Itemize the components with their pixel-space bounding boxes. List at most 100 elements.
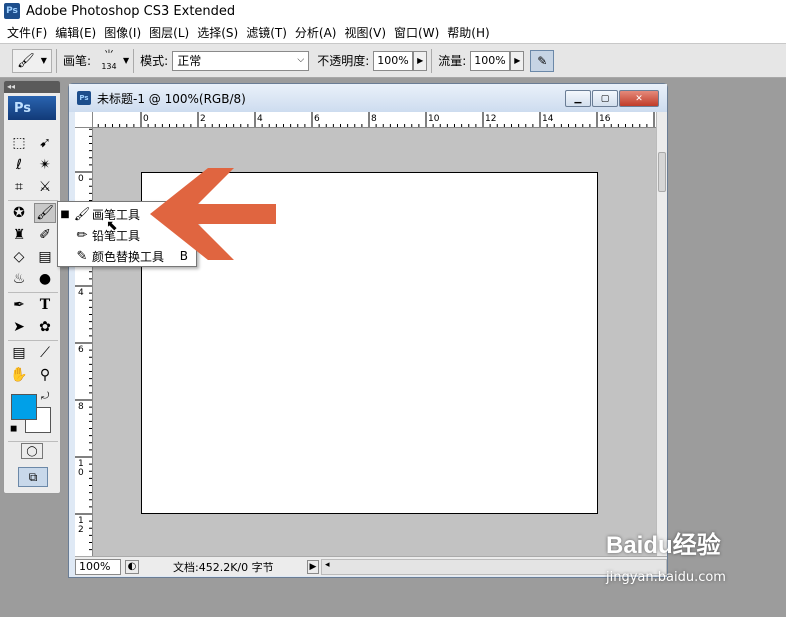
ruler-tick-label: 0 bbox=[143, 114, 149, 124]
chevron-down-icon: ▼ bbox=[40, 56, 47, 65]
ruler-tick-label: 12 bbox=[485, 114, 496, 124]
mouse-cursor-icon: ⬉ bbox=[106, 218, 118, 234]
eraser-tool-icon[interactable]: ◇ bbox=[8, 247, 30, 267]
path-selection-tool-icon[interactable]: ➤ bbox=[8, 317, 30, 337]
divider bbox=[8, 200, 58, 201]
status-info-icon[interactable]: ◐ bbox=[125, 559, 139, 574]
menu-bar: 文件(F) 编辑(E) 图像(I) 图层(L) 选择(S) 滤镜(T) 分析(A… bbox=[0, 22, 786, 43]
watermark-logo: Baidu经验 bbox=[606, 532, 721, 559]
menu-window[interactable]: 窗口(W) bbox=[390, 24, 443, 41]
ruler-vertical: 024681012 bbox=[75, 128, 93, 556]
divider bbox=[133, 48, 135, 73]
lasso-tool-icon[interactable]: ℓ bbox=[8, 155, 30, 175]
history-brush-tool-icon[interactable]: ✐ bbox=[34, 225, 56, 245]
move-tool-icon[interactable]: ➹ bbox=[34, 133, 56, 153]
notes-tool-icon[interactable]: ▤ bbox=[8, 343, 30, 363]
app-titlebar: Ps Adobe Photoshop CS3 Extended bbox=[0, 0, 786, 22]
selected-bullet-icon: ■ bbox=[60, 208, 70, 220]
color-replacement-tool-icon: ✎ bbox=[76, 248, 88, 264]
toolbox: ◂◂ Ps ⬚ ➹ ℓ ✴ ⌗ ⚔ ✪ 🖌 ♜ ✐ ◇ ▤ ♨ ● ✒ T ➤ … bbox=[3, 80, 61, 494]
eyedropper-tool-icon[interactable]: ⟋ bbox=[34, 343, 56, 363]
baidu-watermark: Baidu经验 jingyan.baidu.com bbox=[606, 525, 726, 585]
default-colors-icon[interactable]: ◼ bbox=[10, 424, 17, 434]
app-title: Adobe Photoshop CS3 Extended bbox=[26, 3, 236, 19]
screen-mode-icon[interactable]: ⧉ bbox=[18, 467, 48, 487]
magic-wand-tool-icon[interactable]: ✴ bbox=[34, 155, 56, 175]
ruler-tick-label: 8 bbox=[78, 402, 84, 412]
blur-tool-icon[interactable]: ♨ bbox=[8, 269, 30, 289]
menu-filter[interactable]: 滤镜(T) bbox=[242, 24, 291, 41]
quick-mask-icon[interactable]: ◯ bbox=[21, 443, 43, 459]
divider bbox=[8, 340, 58, 341]
opacity-slider-button[interactable]: ▶ bbox=[413, 50, 428, 71]
pen-tool-icon[interactable]: ✒ bbox=[8, 295, 30, 315]
crop-tool-icon[interactable]: ⌗ bbox=[8, 177, 30, 197]
healing-brush-tool-icon[interactable]: ✪ bbox=[8, 203, 30, 223]
flow-input[interactable]: 100% bbox=[470, 50, 511, 71]
flow-label: 流量: bbox=[438, 54, 467, 68]
ruler-tick-label: 4 bbox=[78, 288, 84, 298]
hand-tool-icon[interactable]: ✋ bbox=[8, 365, 30, 385]
shape-tool-icon[interactable]: ✿ bbox=[34, 317, 56, 337]
ruler-tick-label: 14 bbox=[542, 114, 554, 124]
ruler-tick-label: 4 bbox=[257, 114, 263, 124]
marquee-tool-icon[interactable]: ⬚ bbox=[8, 133, 30, 153]
gradient-tool-icon[interactable]: ▤ bbox=[34, 247, 56, 267]
minimize-button[interactable]: ▁ bbox=[565, 90, 591, 107]
status-menu-arrow-icon[interactable]: ▶ bbox=[307, 559, 319, 574]
brush-tool-icon[interactable]: 🖌 bbox=[34, 203, 56, 223]
type-tool-icon[interactable]: T bbox=[34, 295, 56, 315]
ruler-tick-label: 2 bbox=[78, 525, 84, 535]
ruler-tick-label: 6 bbox=[78, 345, 84, 355]
airbrush-toggle-icon[interactable]: ✎ bbox=[530, 49, 555, 72]
ruler-tick-label: 0 bbox=[78, 468, 84, 478]
annotation-arrow-icon bbox=[150, 168, 276, 260]
document-title: 未标题-1 @ 100%(RGB/8) bbox=[97, 91, 246, 106]
zoom-tool-icon[interactable]: ⚲ bbox=[34, 365, 56, 385]
photoshop-logo-icon: Ps bbox=[4, 3, 20, 19]
tool-preset-picker[interactable]: 🖌 ▼ bbox=[12, 48, 52, 73]
vertical-scrollbar[interactable] bbox=[656, 112, 667, 556]
brush-label: 画笔: bbox=[62, 54, 91, 68]
watermark-url: jingyan.baidu.com bbox=[606, 570, 726, 585]
ruler-tick-label: 6 bbox=[314, 114, 320, 124]
brush-tool-icon: 🖌 bbox=[73, 206, 91, 222]
pencil-tool-icon: ✏ bbox=[76, 227, 88, 243]
zoom-field[interactable]: 100% bbox=[75, 558, 121, 575]
dodge-tool-icon[interactable]: ● bbox=[34, 269, 56, 289]
menu-select[interactable]: 选择(S) bbox=[193, 24, 242, 41]
menu-edit[interactable]: 编辑(E) bbox=[51, 24, 100, 41]
ruler-horizontal: 0 2 4 6 8 10 12 14 16 bbox=[93, 112, 656, 128]
scroll-thumb[interactable] bbox=[658, 152, 666, 192]
slice-tool-icon[interactable]: ⚔ bbox=[34, 177, 56, 197]
menu-analysis[interactable]: 分析(A) bbox=[291, 24, 341, 41]
maximize-button[interactable]: ▢ bbox=[592, 90, 618, 107]
brush-size-value: 134 bbox=[101, 61, 117, 71]
menu-help[interactable]: 帮助(H) bbox=[443, 24, 493, 41]
close-button[interactable]: ✕ bbox=[619, 90, 659, 107]
ruler-horizontal-ticks: 0 2 4 6 8 10 12 14 16 bbox=[97, 112, 655, 127]
opacity-label: 不透明度: bbox=[317, 54, 370, 68]
options-bar: 🖌 ▼ 画笔: ⺌ 134 ▼ 模式: 正常 ⌵ 不透明度: 100% ▶ 流量… bbox=[0, 43, 786, 78]
menu-image[interactable]: 图像(I) bbox=[100, 24, 145, 41]
status-bar: 100% ◐ 文档:452.2K/0 字节 ▶ ◂ bbox=[75, 556, 667, 576]
brush-picker[interactable]: ⺌ 134 ▼ bbox=[97, 50, 129, 72]
opacity-input[interactable]: 100% bbox=[373, 50, 414, 71]
menu-view[interactable]: 视图(V) bbox=[340, 24, 390, 41]
swap-colors-icon[interactable]: ⤾ bbox=[41, 391, 49, 402]
ruler-tick-label: 0 bbox=[78, 174, 84, 184]
ruler-tick-label: 8 bbox=[371, 114, 377, 124]
foreground-color-swatch[interactable] bbox=[11, 394, 37, 420]
clone-stamp-tool-icon[interactable]: ♜ bbox=[8, 225, 30, 245]
chevron-down-icon: ⌵ bbox=[297, 54, 305, 65]
mode-select[interactable]: 正常 ⌵ bbox=[172, 50, 310, 71]
menu-file[interactable]: 文件(F) bbox=[3, 24, 51, 41]
brush-tool-icon: 🖌 bbox=[17, 52, 35, 69]
divider bbox=[8, 292, 58, 293]
menu-layer[interactable]: 图层(L) bbox=[145, 24, 193, 41]
divider bbox=[431, 48, 433, 73]
flow-slider-button[interactable]: ▶ bbox=[510, 50, 525, 71]
toolbox-grip[interactable]: ◂◂ bbox=[4, 81, 60, 93]
ruler-tick-label: 10 bbox=[428, 114, 440, 124]
document-titlebar[interactable]: Ps 未标题-1 @ 100%(RGB/8) ▁ ▢ ✕ bbox=[69, 84, 667, 112]
